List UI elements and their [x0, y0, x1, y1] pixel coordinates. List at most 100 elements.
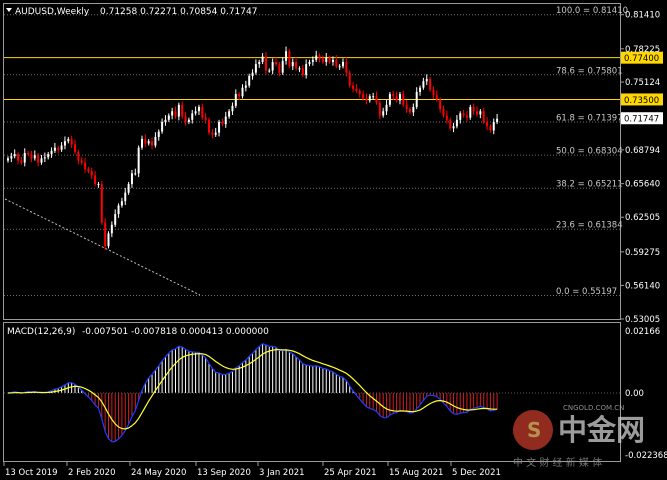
candle-body [238, 94, 241, 97]
candle-body [261, 56, 264, 62]
price-tick-label: 0.65640 [625, 180, 660, 190]
candle-body [295, 61, 298, 69]
candle-body [221, 121, 224, 125]
candle-body [385, 104, 388, 112]
candle-body [409, 109, 411, 113]
price-tick-label: 0.75124 [625, 78, 660, 88]
candle-body [107, 233, 110, 247]
macd-values: -0.007501 -0.007818 0.000413 0.000000 [82, 327, 269, 337]
candle-body [164, 119, 167, 122]
candle-body [224, 116, 227, 125]
time-tick-label: 3 Jan 2021 [259, 468, 305, 478]
candle-body [30, 154, 33, 159]
candle-body [395, 96, 398, 101]
candle-body [275, 61, 277, 65]
candle-body [184, 116, 187, 122]
price-tick-label: 0.81410 [625, 11, 660, 21]
candle-body [459, 113, 462, 120]
candle-body [171, 111, 174, 116]
candle-body [348, 72, 351, 86]
candle-body [104, 222, 107, 247]
time-tick-label: 25 Apr 2021 [324, 468, 377, 478]
candle-body [244, 85, 247, 88]
candle-body [144, 139, 147, 144]
watermark-domain: CNGOLD.COM.CN [563, 404, 624, 412]
candle-body [432, 89, 435, 96]
price-tick-label: 0.56140 [625, 281, 660, 291]
candle-body [181, 104, 184, 117]
candle-body [20, 160, 23, 163]
candle-body [278, 64, 281, 73]
candle-body [87, 169, 90, 172]
candle-body [97, 184, 100, 186]
candle-body [137, 147, 140, 174]
candle-body [53, 147, 56, 151]
candle-body [425, 79, 428, 82]
candle-body [445, 115, 448, 120]
candle-body [248, 75, 251, 86]
candle-body [455, 119, 458, 127]
candle-body [214, 132, 217, 135]
candle-body [392, 94, 395, 97]
candle-body [482, 111, 485, 122]
candle-body [127, 184, 130, 193]
candle-body [442, 109, 445, 116]
time-tick-label: 13 Sep 2020 [197, 468, 251, 478]
candle-body [352, 85, 355, 89]
price-tick-label: 0.53005 [625, 315, 660, 325]
candle-body [208, 119, 210, 133]
price-tick-label: 0.68794 [625, 146, 660, 156]
candle-body [305, 64, 308, 75]
candle-body [298, 68, 301, 70]
time-tick-label: 15 Aug 2021 [389, 468, 443, 478]
price-tick-label: 0.62505 [625, 213, 660, 223]
candle-body [37, 155, 40, 163]
candle-body [110, 224, 113, 234]
time-tick-label: 2 Feb 2020 [68, 468, 116, 478]
candle-body [375, 96, 378, 103]
candle-body [17, 154, 20, 161]
candle-body [67, 139, 70, 142]
candle-body [285, 51, 288, 61]
chart-menu-triangle-icon[interactable] [6, 8, 12, 12]
candle-body [496, 118, 499, 122]
watermark-slogan: 中 文 财 经 新 媒 体 [513, 456, 602, 469]
horizontal-line-label: 0.77400 [624, 54, 659, 64]
candle-body [234, 94, 237, 106]
candle-body [328, 57, 331, 62]
candle-body [147, 141, 150, 144]
candle-body [412, 106, 415, 113]
candle-body [365, 98, 368, 101]
candle-body [80, 160, 83, 163]
watermark-brand: 中金网 [558, 413, 645, 447]
time-tick-label: 13 Oct 2019 [5, 468, 58, 478]
candle-body [362, 94, 365, 99]
price-panel-frame [3, 3, 621, 320]
candle-body [7, 158, 9, 161]
candle-body [50, 150, 53, 155]
chart-window: 100.0 = 0.81410 78.6 = 0.75801 61.8 = 0.71… [0, 0, 667, 480]
candle-body [174, 111, 177, 117]
candle-body [321, 58, 324, 62]
candle-body [378, 102, 381, 116]
fib-level-label: 100.0 = 0.81410 [556, 6, 628, 16]
candle-body [281, 60, 284, 73]
candle-body [308, 61, 311, 65]
time-tick-label: 5 Dec 2021 [452, 468, 501, 478]
candle-body [63, 141, 66, 146]
candle-body [479, 111, 482, 115]
candle-body [449, 119, 452, 129]
candle-body [151, 141, 154, 146]
candle-body [130, 173, 133, 185]
fib-level-label: 0.0 = 0.55197 [556, 287, 617, 297]
candle-body [268, 70, 271, 72]
candle-body [472, 106, 475, 112]
horizontal-lines: 0.77400 0.73500 [4, 51, 663, 106]
candle-body [40, 158, 43, 163]
candle-body [77, 151, 80, 161]
fib-level-label: 50.0 = 0.68304 [556, 147, 623, 157]
candle-body [492, 121, 495, 131]
candle-body [335, 59, 338, 67]
candle-body [435, 95, 438, 100]
candle-body [439, 99, 442, 110]
